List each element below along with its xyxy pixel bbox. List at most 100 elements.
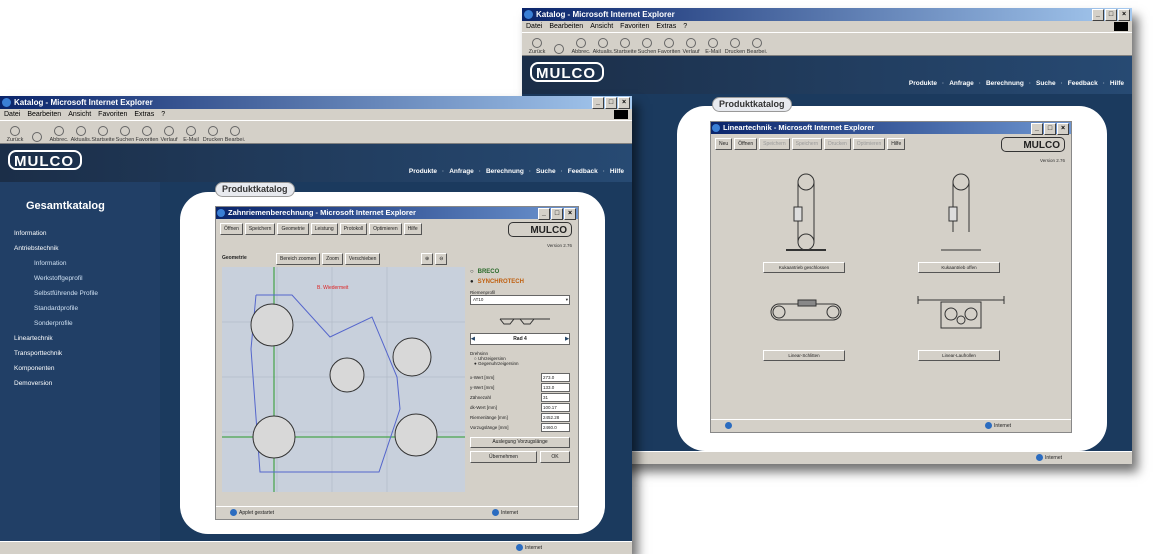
save-as-button[interactable]: Speichern (791, 138, 823, 150)
kukaantrieb-offen-button[interactable]: Kukaantrieb offen (918, 262, 1000, 273)
nav-berechnung[interactable]: Berechnung (486, 168, 524, 175)
print-button[interactable]: Drucken (202, 126, 224, 143)
prev-wheel-icon[interactable]: ◀ (471, 336, 475, 342)
history-button[interactable]: Verlauf (158, 126, 180, 143)
minimize-button[interactable]: _ (1031, 123, 1043, 135)
optimize-button[interactable]: Optimieren (852, 138, 886, 150)
pulley-2[interactable] (329, 357, 365, 393)
belt-length-input[interactable]: 2452.28 (541, 412, 570, 422)
next-wheel-icon[interactable]: ▶ (565, 336, 569, 342)
wheel-selector[interactable]: ◀ Rad 4 ▶ (470, 333, 570, 345)
minimize-button[interactable]: _ (592, 97, 604, 109)
linear-laufrollen-button[interactable]: Linear-Laufrollen (918, 350, 1000, 361)
mail-button[interactable]: E-Mail (702, 38, 724, 55)
delete-wheel-button[interactable]: ⊖ (435, 253, 448, 265)
direction-ccw[interactable]: ● Gegenuhrzeigersinn (474, 361, 570, 366)
nav-suche[interactable]: Suche (536, 168, 556, 175)
new-button[interactable]: Neu (715, 138, 733, 150)
apply-button[interactable]: Übernehmen (470, 451, 537, 463)
back-button[interactable]: Zurück (526, 38, 548, 55)
back-button[interactable]: Zurück (4, 126, 26, 143)
belt-drive-open-drawing[interactable] (936, 172, 986, 252)
sidebar-subitem-sonderprofile[interactable]: Sonderprofile (0, 316, 160, 331)
belt-geometry-canvas[interactable]: B. Wiedermeit (222, 267, 465, 492)
nav-hilfe[interactable]: Hilfe (1110, 80, 1124, 87)
protocol-button[interactable]: Protokoll (339, 223, 368, 235)
menu-extras[interactable]: Extras (134, 109, 154, 120)
power-button[interactable]: Leistung (310, 223, 338, 235)
x-value-input[interactable]: 273.0 (541, 372, 570, 382)
minimize-button[interactable]: _ (1092, 9, 1104, 21)
close-button[interactable]: × (564, 208, 576, 220)
open-button[interactable]: Öffnen (734, 138, 758, 150)
menu-favoriten[interactable]: Favoriten (98, 109, 127, 120)
pan-button[interactable]: Verschieben (344, 253, 381, 265)
y-value-input[interactable]: 133.0 (541, 382, 570, 392)
sidebar-subitem-selbstfuehrende[interactable]: Selbstführende Profile (0, 286, 160, 301)
menu-extras[interactable]: Extras (656, 21, 676, 32)
help-button[interactable]: Hilfe (403, 223, 422, 235)
sidebar-item-lineartechnik[interactable]: Lineartechnik (0, 331, 160, 346)
menu-bearbeiten[interactable]: Bearbeiten (27, 109, 61, 120)
menu-favoriten[interactable]: Favoriten (620, 21, 649, 32)
sidebar-item-demoversion[interactable]: Demoversion (0, 376, 160, 391)
brand-radio-breco[interactable]: ○ (470, 269, 474, 275)
sidebar-subitem-standardprofile[interactable]: Standardprofile (0, 301, 160, 316)
nav-berechnung[interactable]: Berechnung (986, 80, 1024, 87)
menu-bearbeiten[interactable]: Bearbeiten (549, 21, 583, 32)
search-button[interactable]: Suchen (114, 126, 136, 143)
nav-anfrage[interactable]: Anfrage (449, 168, 474, 175)
menu-help[interactable]: ? (161, 109, 165, 120)
maximize-button[interactable]: □ (551, 208, 563, 220)
open-button[interactable]: Öffnen (220, 223, 243, 235)
refresh-button[interactable]: Aktualis. (70, 126, 92, 143)
profile-select[interactable]: AT10 ▾ (470, 295, 570, 305)
nav-suche[interactable]: Suche (1036, 80, 1056, 87)
maximize-button[interactable]: □ (1044, 123, 1056, 135)
geometry-button[interactable]: Geometrie (277, 223, 309, 235)
favorites-button[interactable]: Favoriten (136, 126, 158, 143)
save-button[interactable]: Speichern (759, 138, 790, 150)
linear-schlitten-button[interactable]: Linear-Schlitten (763, 350, 845, 361)
sidebar-subitem-werkstoff[interactable]: Werkstoffgeprofil (0, 271, 160, 286)
zoom-area-button[interactable]: Bereich zoomen (276, 253, 321, 265)
nav-anfrage[interactable]: Anfrage (949, 80, 974, 87)
print-button[interactable]: Drucken (824, 138, 851, 150)
maximize-button[interactable]: □ (1105, 9, 1117, 21)
edit-button[interactable]: Bearbei. (746, 38, 768, 55)
pulley-3[interactable] (392, 337, 432, 377)
save-button[interactable]: Speichern (244, 223, 276, 235)
preferred-length-button[interactable]: Auslegung Vorzugslänge (470, 437, 570, 448)
optimize-button[interactable]: Optimieren (369, 223, 402, 235)
menu-help[interactable]: ? (683, 21, 687, 32)
sidebar-item-information[interactable]: Information (0, 226, 160, 241)
brand-radio-synchrotech[interactable]: ● (470, 279, 474, 285)
sidebar-item-antriebstechnik[interactable]: Antriebstechnik (0, 241, 160, 256)
sidebar-subitem-information[interactable]: Information (0, 256, 160, 271)
pulley-4[interactable] (252, 415, 296, 459)
menu-datei[interactable]: Datei (4, 109, 20, 120)
minimize-button[interactable]: _ (538, 208, 550, 220)
zoom-button[interactable]: Zoom (322, 253, 343, 265)
home-button[interactable]: Startseite (91, 126, 115, 143)
add-wheel-button[interactable]: ⊕ (421, 253, 434, 265)
favorites-button[interactable]: Favoriten (658, 38, 680, 55)
pulley-5[interactable] (394, 413, 438, 457)
nav-feedback[interactable]: Feedback (568, 168, 598, 175)
dk-input[interactable]: 100.17 (541, 402, 570, 412)
close-button[interactable]: × (1057, 123, 1069, 135)
history-button[interactable]: Verlauf (680, 38, 702, 55)
forward-button[interactable] (26, 132, 48, 143)
menu-ansicht[interactable]: Ansicht (590, 21, 613, 32)
print-button[interactable]: Drucken (724, 38, 746, 55)
nav-produkte[interactable]: Produkte (409, 168, 437, 175)
mail-button[interactable]: E-Mail (180, 126, 202, 143)
nav-produkte[interactable]: Produkte (909, 80, 937, 87)
maximize-button[interactable]: □ (605, 97, 617, 109)
menu-ansicht[interactable]: Ansicht (68, 109, 91, 120)
nav-feedback[interactable]: Feedback (1068, 80, 1098, 87)
close-button[interactable]: × (1118, 9, 1130, 21)
edit-button[interactable]: Bearbei. (224, 126, 246, 143)
nav-hilfe[interactable]: Hilfe (610, 168, 624, 175)
preferred-length-input[interactable]: 2460.0 (541, 422, 570, 432)
